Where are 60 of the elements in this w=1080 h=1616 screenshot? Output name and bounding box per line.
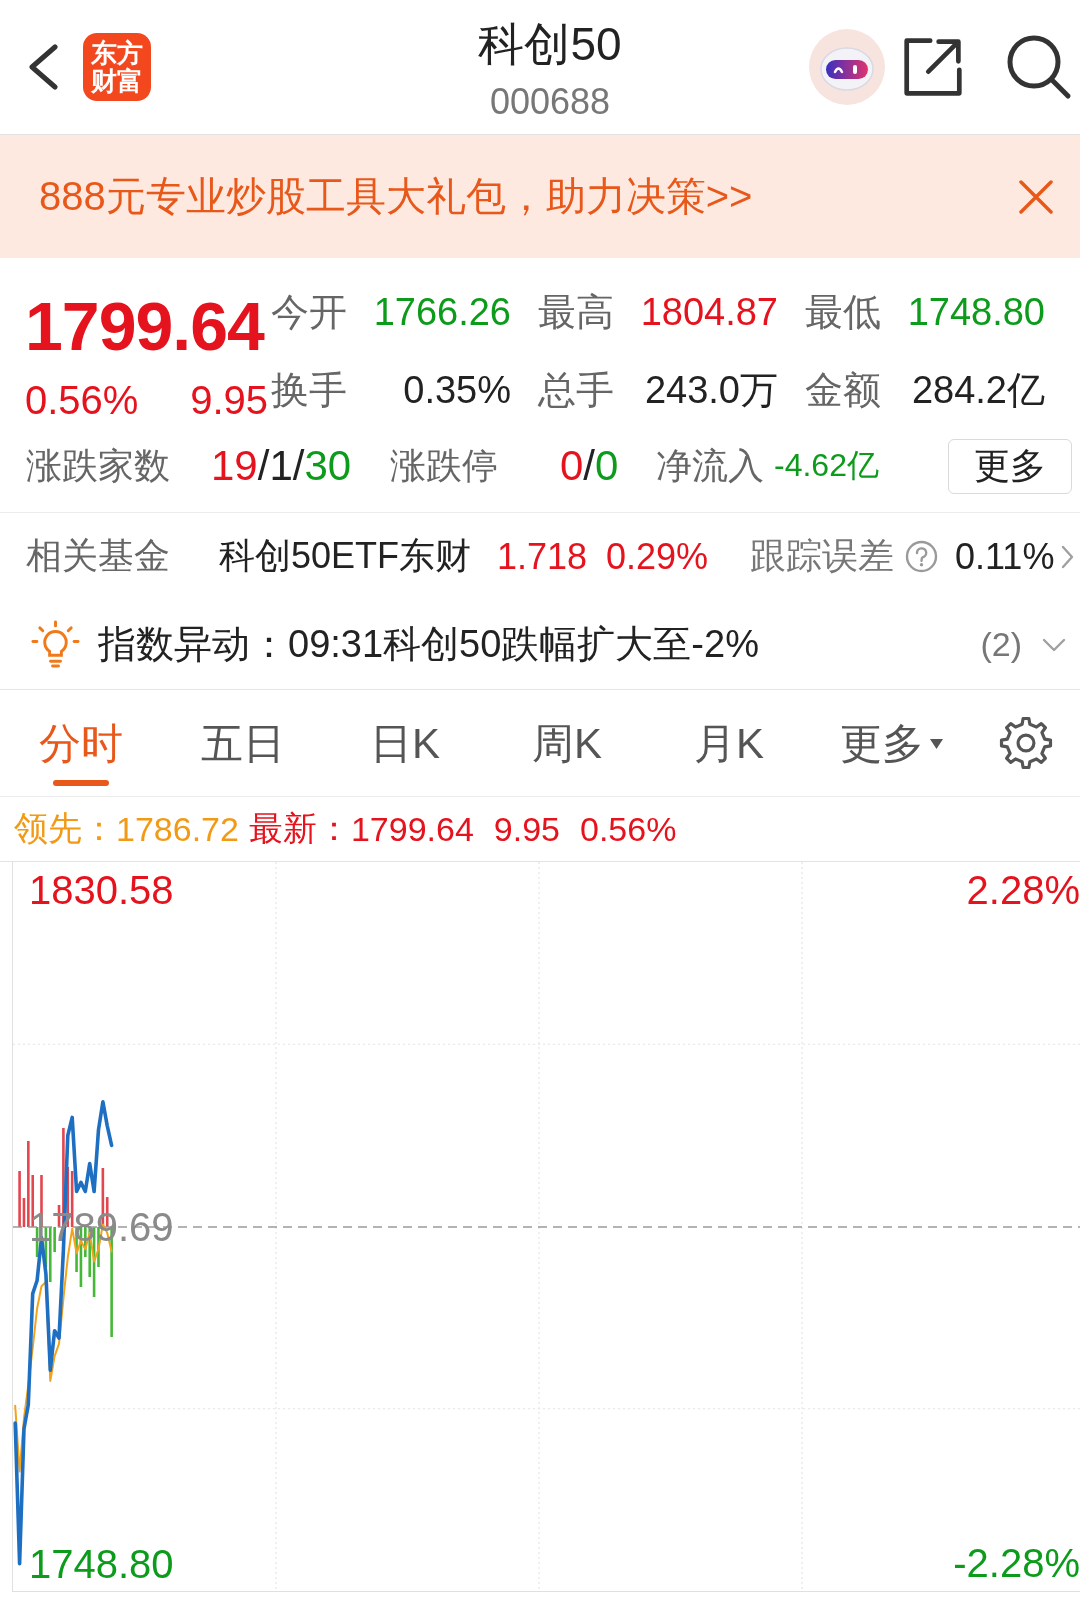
more-button[interactable]: 更多 xyxy=(948,438,1072,494)
axis-label: 2.28% xyxy=(966,868,1080,912)
share-icon[interactable] xyxy=(902,36,964,98)
stat-value: 284.2亿 xyxy=(911,367,1045,413)
chevron-down-icon[interactable] xyxy=(1042,637,1066,652)
fund-price: 1.718 xyxy=(497,535,588,578)
lightbulb-icon xyxy=(31,620,80,669)
stat-label: 涨跌家数 xyxy=(26,443,170,488)
chart-tab[interactable]: 周K xyxy=(532,720,602,786)
app-logo: 东方 财富 xyxy=(83,33,151,101)
fund-label: 相关基金 xyxy=(26,534,170,578)
index-price: 1799.64 xyxy=(25,288,264,364)
stat-value: 1766.26 xyxy=(373,290,511,334)
tracking-label: 跟踪误差 xyxy=(750,534,894,578)
latest-value: 1799.64 xyxy=(350,809,474,849)
chart-tab[interactable]: 分时 xyxy=(39,720,123,786)
chart-tab[interactable]: 日K xyxy=(370,720,440,786)
stat-label: 最高 xyxy=(538,289,614,335)
robot-avatar-icon[interactable] xyxy=(809,29,885,105)
search-icon[interactable] xyxy=(1006,34,1072,100)
stat-label: 净流入 xyxy=(656,443,764,488)
index-code: 000688 xyxy=(489,82,611,122)
alert-text[interactable]: 指数异动：09:31科创50跌幅扩大至-2% xyxy=(98,619,759,670)
dropdown-triangle-icon xyxy=(929,739,943,749)
latest-label: 最新： xyxy=(248,808,351,849)
stat-value: 19/1/30 xyxy=(211,442,352,490)
page-title: 科创50 xyxy=(478,18,622,70)
lead-value: 1786.72 xyxy=(116,809,239,849)
stat-label: 涨跌停 xyxy=(390,443,498,488)
help-icon[interactable] xyxy=(905,540,938,573)
stat-value: 1748.80 xyxy=(907,290,1045,334)
change-value: 9.95 xyxy=(190,377,268,424)
chart-tab[interactable]: 更多 xyxy=(839,720,943,786)
chart-tab[interactable]: 月K xyxy=(694,720,764,786)
settings-icon[interactable] xyxy=(999,716,1053,770)
close-icon[interactable] xyxy=(1019,179,1053,214)
axis-label: -2.28% xyxy=(953,1541,1080,1585)
stat-value: 243.0万 xyxy=(644,367,778,413)
axis-label: 1830.58 xyxy=(29,868,174,913)
tracking-value: 0.11% xyxy=(955,535,1055,578)
stat-label: 最低 xyxy=(805,289,881,335)
stat-value: -4.62亿 xyxy=(774,446,879,485)
stat-label: 今开 xyxy=(271,289,347,335)
alert-count: (2) xyxy=(980,625,1022,664)
axis-label: 1748.80 xyxy=(29,1541,174,1586)
stat-value: 0.35% xyxy=(403,368,511,412)
stat-value: 1804.87 xyxy=(640,290,778,334)
latest-change-percent: 0.56% xyxy=(580,809,677,849)
change-percent: 0.56% xyxy=(25,377,139,424)
latest-change: 9.95 xyxy=(493,809,560,849)
stat-label: 总手 xyxy=(538,367,614,413)
stat-value: 0/0 xyxy=(560,442,619,490)
chart-tab[interactable]: 五日 xyxy=(201,720,285,786)
chevron-right-icon[interactable] xyxy=(1061,544,1074,569)
stat-label: 换手 xyxy=(271,367,347,413)
fund-name[interactable]: 科创50ETF东财 xyxy=(219,532,472,581)
lead-label: 领先： xyxy=(14,808,116,849)
stat-label: 金额 xyxy=(805,367,881,413)
fund-change: 0.29% xyxy=(606,535,709,578)
back-icon[interactable] xyxy=(28,44,58,90)
